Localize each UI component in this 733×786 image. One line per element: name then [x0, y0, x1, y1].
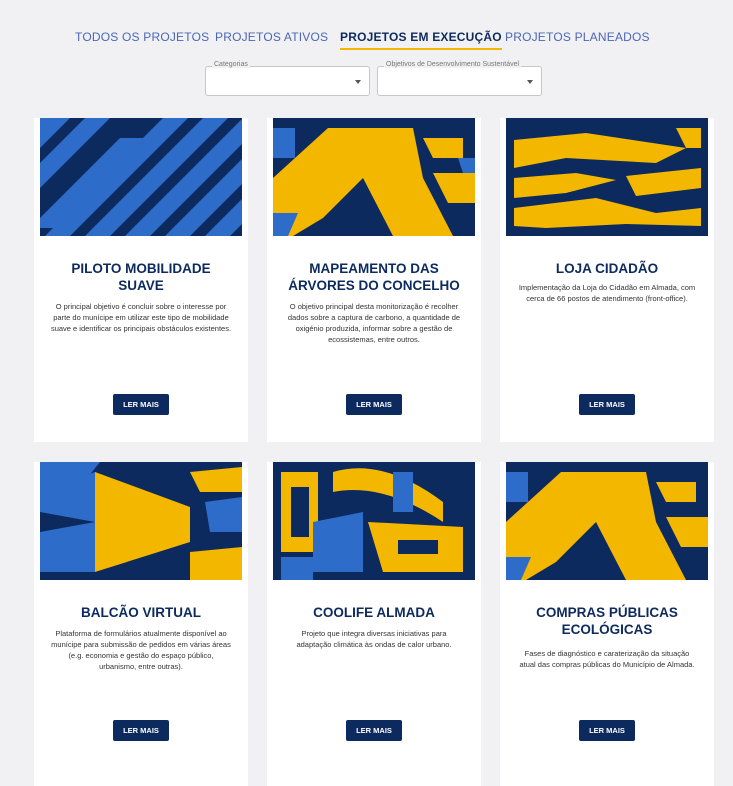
- ler-mais-button[interactable]: LER MAIS: [346, 720, 402, 741]
- categorias-label: Categorias: [212, 61, 250, 68]
- project-illustration: [506, 118, 708, 236]
- project-card-loja-cidadao: LOJA CIDADÃO Implementação da Loja do Ci…: [500, 118, 714, 442]
- project-description: O objetivo principal desta monitorização…: [287, 302, 461, 344]
- ler-mais-button[interactable]: LER MAIS: [113, 394, 169, 415]
- tab-projetos-ativos[interactable]: PROJETOS ATIVOS: [215, 30, 328, 44]
- project-description: Projeto que integra diversas iniciativas…: [296, 629, 452, 649]
- ods-label: Objetivos de Desenvolvimento Sustentável: [384, 61, 522, 68]
- chevron-down-icon: [527, 80, 533, 84]
- project-card-piloto-mobilidade: PILOTO MOBILIDADE SUAVE O principal objet…: [34, 118, 248, 442]
- project-title: PILOTO MOBILIDADE SUAVE: [71, 261, 211, 293]
- project-illustration: [273, 118, 475, 236]
- ler-mais-button[interactable]: LER MAIS: [113, 720, 169, 741]
- ler-mais-button[interactable]: LER MAIS: [579, 394, 635, 415]
- tab-projetos-em-execucao[interactable]: PROJETOS EM EXECUÇÃO: [340, 30, 502, 50]
- chevron-down-icon: [355, 80, 361, 84]
- project-title: BALCÃO VIRTUAL: [81, 605, 201, 620]
- project-illustration: [506, 462, 708, 580]
- project-description: Implementação da Loja do Cidadão em Alma…: [518, 283, 696, 303]
- project-card-compras-publicas: COMPRAS PÚBLICAS ECOLÓGICAS Fases de diag…: [500, 462, 714, 786]
- tab-projetos-planeados[interactable]: PROJETOS PLANEADOS: [505, 30, 650, 44]
- ler-mais-button[interactable]: LER MAIS: [579, 720, 635, 741]
- project-illustration: [40, 118, 242, 236]
- project-title: LOJA CIDADÃO: [555, 261, 659, 276]
- project-title: COMPRAS PÚBLICAS ECOLÓGICAS: [536, 605, 678, 637]
- project-card-mapeamento-arvores: MAPEAMENTO DAS ÁRVORES DO CONCELHO O obje…: [267, 118, 481, 442]
- project-title: COOLIFE ALMADA: [313, 605, 435, 620]
- project-description: Fases de diagnóstico e caraterização da …: [519, 649, 695, 669]
- tab-todos-os-projetos[interactable]: TODOS OS PROJETOS: [75, 30, 209, 44]
- project-illustration: [40, 462, 242, 580]
- project-description: O principal objetivo é concluir sobre o …: [50, 302, 232, 333]
- ler-mais-button[interactable]: LER MAIS: [346, 394, 402, 415]
- project-description: Plataforma de formulários atualmente dis…: [51, 629, 231, 671]
- project-title: MAPEAMENTO DAS ÁRVORES DO CONCELHO: [288, 261, 460, 293]
- categorias-select[interactable]: Categorias: [205, 61, 370, 96]
- project-card-balcao-virtual: BALCÃO VIRTUAL Plataforma de formulários…: [34, 462, 248, 786]
- ods-select[interactable]: Objetivos de Desenvolvimento Sustentável: [377, 61, 542, 96]
- project-illustration: [273, 462, 475, 580]
- project-card-coolife-almada: COOLIFE ALMADA Projeto que integra diver…: [267, 462, 481, 786]
